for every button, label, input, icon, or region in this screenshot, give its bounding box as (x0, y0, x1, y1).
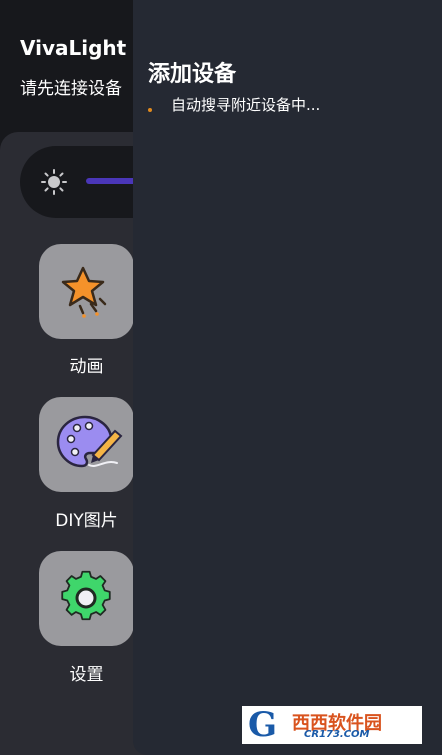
settings-button[interactable] (39, 551, 134, 646)
connection-status[interactable]: 请先连接设备 (20, 74, 122, 99)
star-icon (61, 266, 107, 318)
add-device-drawer: 添加设备 自动搜寻附近设备中... (133, 0, 442, 755)
sun-icon (41, 169, 67, 195)
palette-icon (56, 415, 123, 468)
diy-picture-button[interactable] (39, 397, 134, 492)
watermark-g-glyph: G (248, 705, 278, 745)
gear-icon (61, 570, 111, 621)
app-title: VivaLight (20, 36, 127, 60)
watermark-url: CR173.COM (304, 729, 370, 740)
screen: VivaLight 请先连接设备 动画 DIY图片 设置 添加设备 自动搜寻附近… (0, 0, 442, 755)
spinner-icon (148, 108, 152, 112)
animation-button[interactable] (39, 244, 134, 339)
drawer-title: 添加设备 (148, 62, 237, 87)
search-status-text: 自动搜寻附近设备中... (171, 96, 321, 114)
watermark-logo: G 西西软件园 CR173.COM (242, 706, 422, 744)
